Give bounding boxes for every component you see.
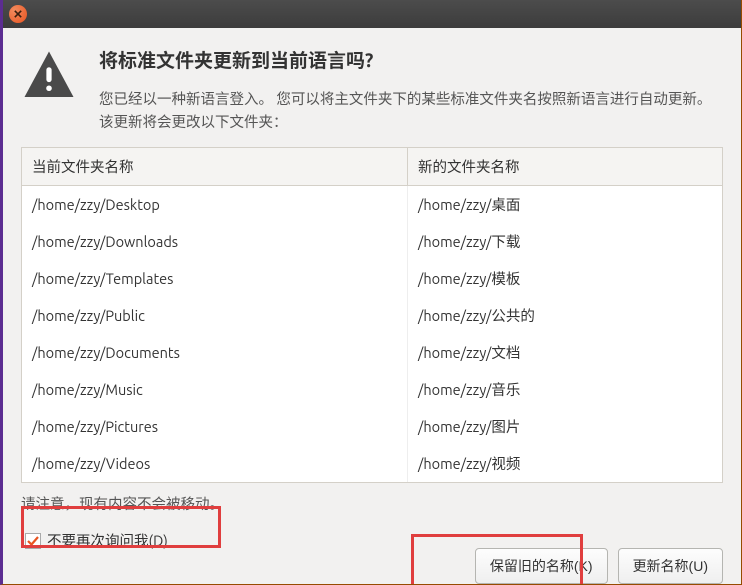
cell-current: /home/zzy/Documents [22,334,408,371]
cell-current: /home/zzy/Videos [22,445,408,482]
titlebar [3,0,741,28]
update-names-button[interactable]: 更新名称(U) [618,548,723,584]
cell-current: /home/zzy/Templates [22,260,408,297]
header-text: 将标准文件夹更新到当前语言吗? 您已经以一种新语言登入。 您可以将主文件夹下的某… [99,46,723,133]
keep-old-names-button[interactable]: 保留旧的名称(K) [475,548,608,584]
dialog-title: 将标准文件夹更新到当前语言吗? [99,46,723,73]
table-row[interactable]: /home/zzy/Pictures/home/zzy/图片 [22,408,722,445]
cell-current: /home/zzy/Desktop [22,186,408,224]
cell-new: /home/zzy/文档 [408,334,722,371]
table-row[interactable]: /home/zzy/Templates/home/zzy/模板 [22,260,722,297]
cell-current: /home/zzy/Pictures [22,408,408,445]
cell-new: /home/zzy/图片 [408,408,722,445]
cell-new: /home/zzy/公共的 [408,297,722,334]
table-row[interactable]: /home/zzy/Documents/home/zzy/文档 [22,334,722,371]
cell-current: /home/zzy/Music [22,371,408,408]
table-header-new[interactable]: 新的文件夹名称 [408,148,722,186]
table-row[interactable]: /home/zzy/Videos/home/zzy/视频 [22,445,722,482]
dialog-content: 将标准文件夹更新到当前语言吗? 您已经以一种新语言登入。 您可以将主文件夹下的某… [3,28,741,557]
cell-new: /home/zzy/音乐 [408,371,722,408]
warning-icon [21,48,77,104]
cell-current: /home/zzy/Downloads [22,223,408,260]
folder-table: 当前文件夹名称 新的文件夹名称 /home/zzy/Desktop/home/z… [21,147,723,483]
dialog-window: 将标准文件夹更新到当前语言吗? 您已经以一种新语言登入。 您可以将主文件夹下的某… [0,0,742,585]
close-icon [14,10,22,18]
close-button[interactable] [9,5,27,23]
header-row: 将标准文件夹更新到当前语言吗? 您已经以一种新语言登入。 您可以将主文件夹下的某… [21,46,723,133]
table-row[interactable]: /home/zzy/Downloads/home/zzy/下载 [22,223,722,260]
table-row[interactable]: /home/zzy/Desktop/home/zzy/桌面 [22,186,722,224]
cell-current: /home/zzy/Public [22,297,408,334]
cell-new: /home/zzy/模板 [408,260,722,297]
cell-new: /home/zzy/下载 [408,223,722,260]
note-text: 请注意，现有内容不会被移动。 [21,493,723,514]
cell-new: /home/zzy/桌面 [408,186,722,224]
dialog-subtitle: 您已经以一种新语言登入。 您可以将主文件夹下的某些标准文件夹名按照新语言进行自动… [99,87,723,133]
table-header-current[interactable]: 当前文件夹名称 [22,148,408,186]
cell-new: /home/zzy/视频 [408,445,722,482]
table-row[interactable]: /home/zzy/Music/home/zzy/音乐 [22,371,722,408]
button-row: 保留旧的名称(K) 更新名称(U) [3,538,741,584]
table-row[interactable]: /home/zzy/Public/home/zzy/公共的 [22,297,722,334]
